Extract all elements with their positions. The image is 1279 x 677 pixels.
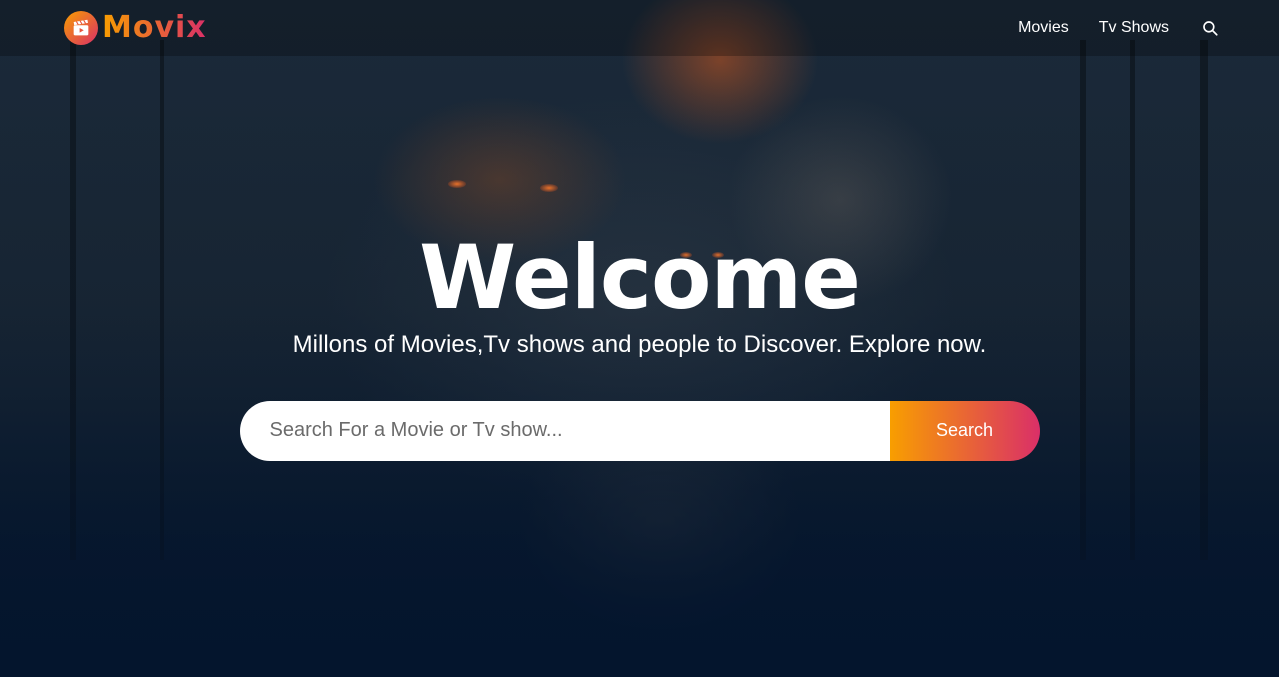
logo[interactable]: Movix xyxy=(64,11,207,45)
hero-section: Welcome Millons of Movies,Tv shows and p… xyxy=(0,226,1279,461)
search-input[interactable] xyxy=(239,400,890,461)
search-bar: Search xyxy=(239,400,1040,461)
clapperboard-icon xyxy=(64,11,98,45)
search-icon[interactable] xyxy=(1201,19,1219,37)
search-button[interactable]: Search xyxy=(889,400,1040,461)
main-nav: Movies Tv Shows xyxy=(1018,19,1219,37)
nav-tv-shows[interactable]: Tv Shows xyxy=(1099,19,1169,37)
hero-subtitle: Millons of Movies,Tv shows and people to… xyxy=(292,330,987,358)
logo-text: Movix xyxy=(102,10,207,45)
top-header: Movix Movies Tv Shows xyxy=(0,0,1279,56)
nav-movies[interactable]: Movies xyxy=(1018,19,1069,37)
hero-title: Welcome xyxy=(419,226,861,329)
page: Movix Movies Tv Shows Welcome Millons of… xyxy=(0,0,1279,677)
